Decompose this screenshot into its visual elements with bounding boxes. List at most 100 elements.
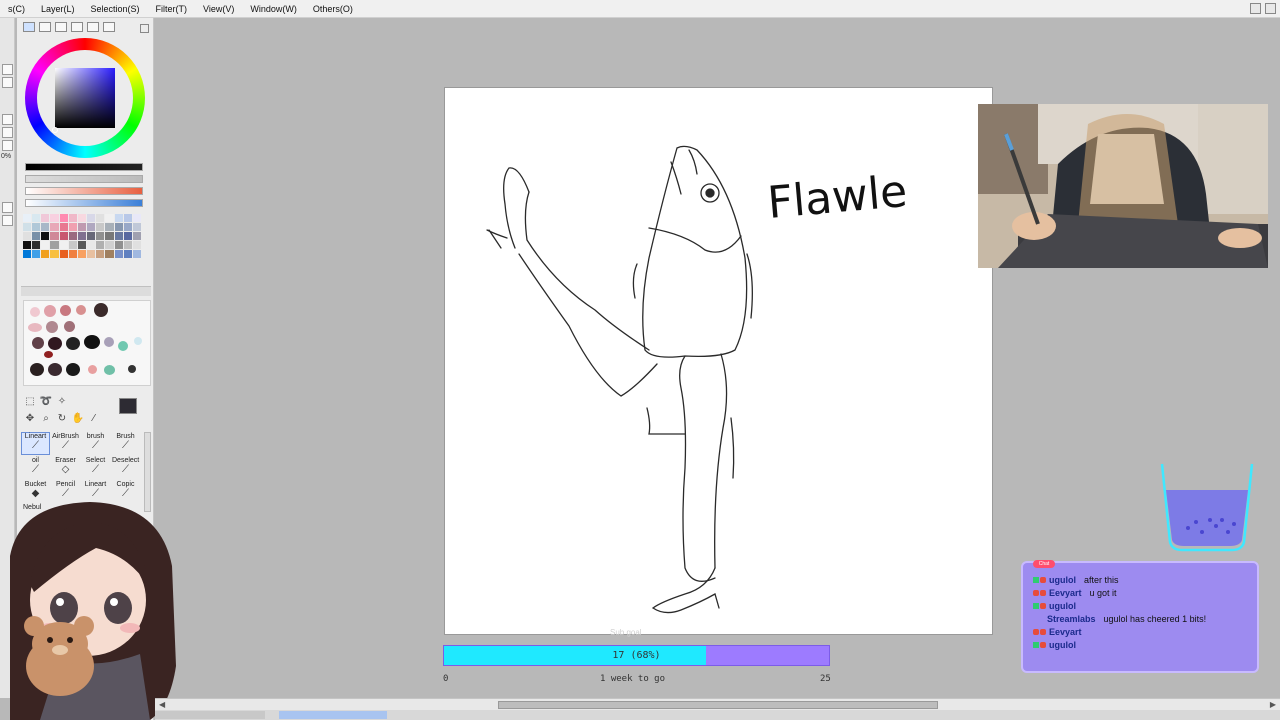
drawing-canvas[interactable]: Flawle [444,87,993,635]
swatch[interactable] [77,232,87,240]
swatch[interactable] [105,214,114,222]
menu-layer[interactable]: Layer(L) [33,4,83,14]
blue-slider[interactable] [25,199,143,207]
swatch[interactable] [114,241,123,249]
brush-brush[interactable]: Brush ⟋ [111,432,140,455]
menu-filter[interactable]: Filter(T) [148,4,196,14]
move-icon[interactable]: ✥ [23,413,37,428]
swatch[interactable] [59,232,68,240]
swatch[interactable] [50,223,59,231]
strip-toggle-5[interactable] [2,140,13,151]
hsv-slider-tab-icon[interactable] [55,22,67,32]
swatch[interactable] [50,232,59,240]
brush-select[interactable]: Select ⟋ [81,456,110,479]
menu-canvas[interactable]: s(C) [0,4,33,14]
swatch[interactable] [59,223,68,231]
document-tab-1[interactable] [155,711,265,719]
swatch[interactable] [23,223,32,231]
swatch[interactable] [23,241,32,249]
strip-toggle-6[interactable] [2,202,13,213]
brush-oil[interactable]: oil ⟋ [21,456,50,479]
swatch[interactable] [123,241,132,249]
red-slider[interactable] [25,187,143,195]
swatch[interactable] [41,232,50,240]
scroll-left-icon[interactable]: ◀ [159,700,165,709]
swatch[interactable] [68,232,77,240]
swatch[interactable] [132,232,141,240]
swatch[interactable] [32,250,41,258]
swatch[interactable] [41,250,50,258]
strip-toggle-1[interactable] [2,64,13,75]
swatch[interactable] [59,241,68,249]
swatch[interactable] [32,214,41,222]
swatch[interactable] [114,232,123,240]
brush-brush-lower[interactable]: brush ⟋ [81,432,110,455]
panel-close-icon[interactable] [140,24,149,33]
swatch[interactable] [114,214,123,222]
swatch[interactable] [105,250,114,258]
swatch[interactable] [132,241,141,249]
rotate-icon[interactable]: ↻ [55,413,69,428]
swatch[interactable] [32,223,41,231]
swatch[interactable] [96,241,105,249]
scrollbar-thumb[interactable] [498,701,938,709]
swatch[interactable] [50,241,59,249]
brush-lineart-1[interactable]: Lineart ⟋ [21,432,50,455]
swatch[interactable] [59,214,68,222]
swatch[interactable] [96,232,105,240]
color-wheel-tab-icon[interactable] [23,22,35,32]
menu-others[interactable]: Others(O) [305,4,361,14]
swatch[interactable] [87,250,96,258]
menu-view[interactable]: View(V) [195,4,242,14]
swatch[interactable] [59,250,68,258]
scroll-right-icon[interactable]: ▶ [1270,700,1276,709]
swatch[interactable] [105,223,114,231]
document-tab-2[interactable] [279,711,387,719]
brush-airbrush[interactable]: AirBrush ⟋ [51,432,80,455]
swatch[interactable] [32,232,41,240]
swatch[interactable] [105,232,114,240]
color-scratchpad[interactable] [23,300,151,386]
hand-icon[interactable]: ✋ [71,413,85,428]
swatch[interactable] [23,232,32,240]
swatch[interactable] [77,214,87,222]
saturation-value-square[interactable] [55,68,115,128]
swatch[interactable] [23,214,32,222]
strip-toggle-7[interactable] [2,215,13,226]
minimize-button[interactable] [1250,3,1261,14]
swatch[interactable] [77,250,87,258]
swatch[interactable] [32,241,41,249]
brush-eraser[interactable]: Eraser ◇ [51,456,80,479]
zoom-icon[interactable]: ⌕ [39,413,53,428]
swatch[interactable] [114,223,123,231]
swatch[interactable] [77,223,87,231]
lasso-icon[interactable]: ➰ [39,396,53,411]
scratchpad-tab-icon[interactable] [87,22,99,32]
swatch[interactable] [96,214,105,222]
color-picker-marker[interactable] [52,127,58,133]
strip-toggle-2[interactable] [2,77,13,88]
swatch[interactable] [123,214,132,222]
color-wheel[interactable] [25,38,145,171]
menu-selection[interactable]: Selection(S) [83,4,148,14]
swatch[interactable] [132,214,141,222]
swatch[interactable] [105,241,114,249]
swatch[interactable] [68,241,77,249]
canvas-horizontal-scrollbar[interactable]: ◀ ▶ [155,698,1280,710]
swatch[interactable] [41,223,50,231]
swatch[interactable] [77,241,87,249]
value-slider[interactable] [25,163,143,171]
swatch[interactable] [68,250,77,258]
swatch[interactable] [123,250,132,258]
strip-toggle-4[interactable] [2,127,13,138]
swatch[interactable] [123,232,132,240]
foreground-color[interactable] [119,398,137,414]
swatch[interactable] [87,214,96,222]
rgb-slider-tab-icon[interactable] [39,22,51,32]
eyedropper-icon[interactable]: ⁄ [87,413,101,428]
swatch[interactable] [23,250,32,258]
gray-slider[interactable] [25,175,143,183]
swatch[interactable] [87,223,96,231]
swatch[interactable] [87,232,96,240]
swatch[interactable] [50,214,59,222]
